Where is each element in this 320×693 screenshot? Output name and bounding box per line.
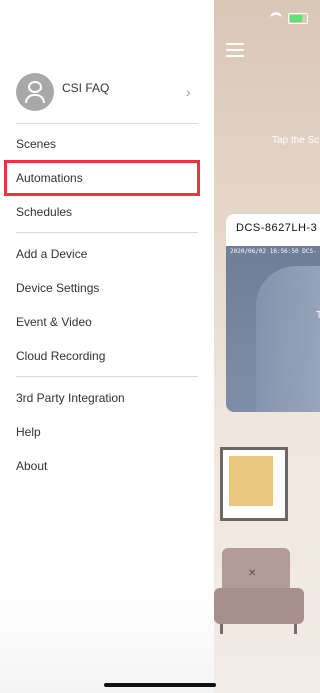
camera-preview[interactable]: 2020/06/02 16:56:50 DCS- T	[226, 246, 320, 412]
side-drawer: CSI FAQ › Scenes Automations Schedules A…	[0, 0, 214, 693]
menu-item-schedules[interactable]: Schedules	[16, 205, 72, 219]
chevron-right-icon[interactable]: ›	[186, 84, 191, 100]
profile-name: CSI FAQ	[62, 81, 110, 95]
camera-name: DCS-8627LH-3	[236, 222, 318, 234]
camera-card[interactable]: DCS-8627LH-3 2020/06/02 16:56:50 DCS- T	[226, 214, 320, 412]
camera-overlay-text: T	[316, 310, 320, 321]
menu-item-about[interactable]: About	[16, 459, 47, 473]
hamburger-icon[interactable]	[226, 43, 244, 57]
divider	[16, 232, 198, 233]
menu-item-device-settings[interactable]: Device Settings	[16, 281, 99, 295]
divider	[16, 123, 198, 124]
divider	[16, 376, 198, 377]
tap-hint: Tap the Sc	[272, 135, 320, 146]
home-indicator[interactable]	[104, 683, 216, 687]
profile-row[interactable]: CSI FAQ	[16, 72, 196, 112]
user-avatar-icon	[16, 73, 54, 111]
sofa-illustration: ✕	[214, 548, 304, 636]
menu-item-third-party[interactable]: 3rd Party Integration	[16, 391, 125, 405]
menu-item-help[interactable]: Help	[16, 425, 41, 439]
wall-picture	[220, 447, 288, 521]
menu-item-event-video[interactable]: Event & Video	[16, 315, 92, 329]
battery-icon	[288, 12, 308, 24]
camera-timestamp: 2020/06/02 16:56:50 DCS-	[230, 248, 317, 255]
menu-item-cloud-recording[interactable]: Cloud Recording	[16, 349, 105, 363]
menu-item-add-device[interactable]: Add a Device	[16, 247, 87, 261]
menu-item-scenes[interactable]: Scenes	[16, 137, 56, 151]
wifi-icon	[270, 12, 282, 24]
status-bar	[270, 12, 308, 24]
menu-item-automations[interactable]: Automations	[16, 171, 83, 185]
